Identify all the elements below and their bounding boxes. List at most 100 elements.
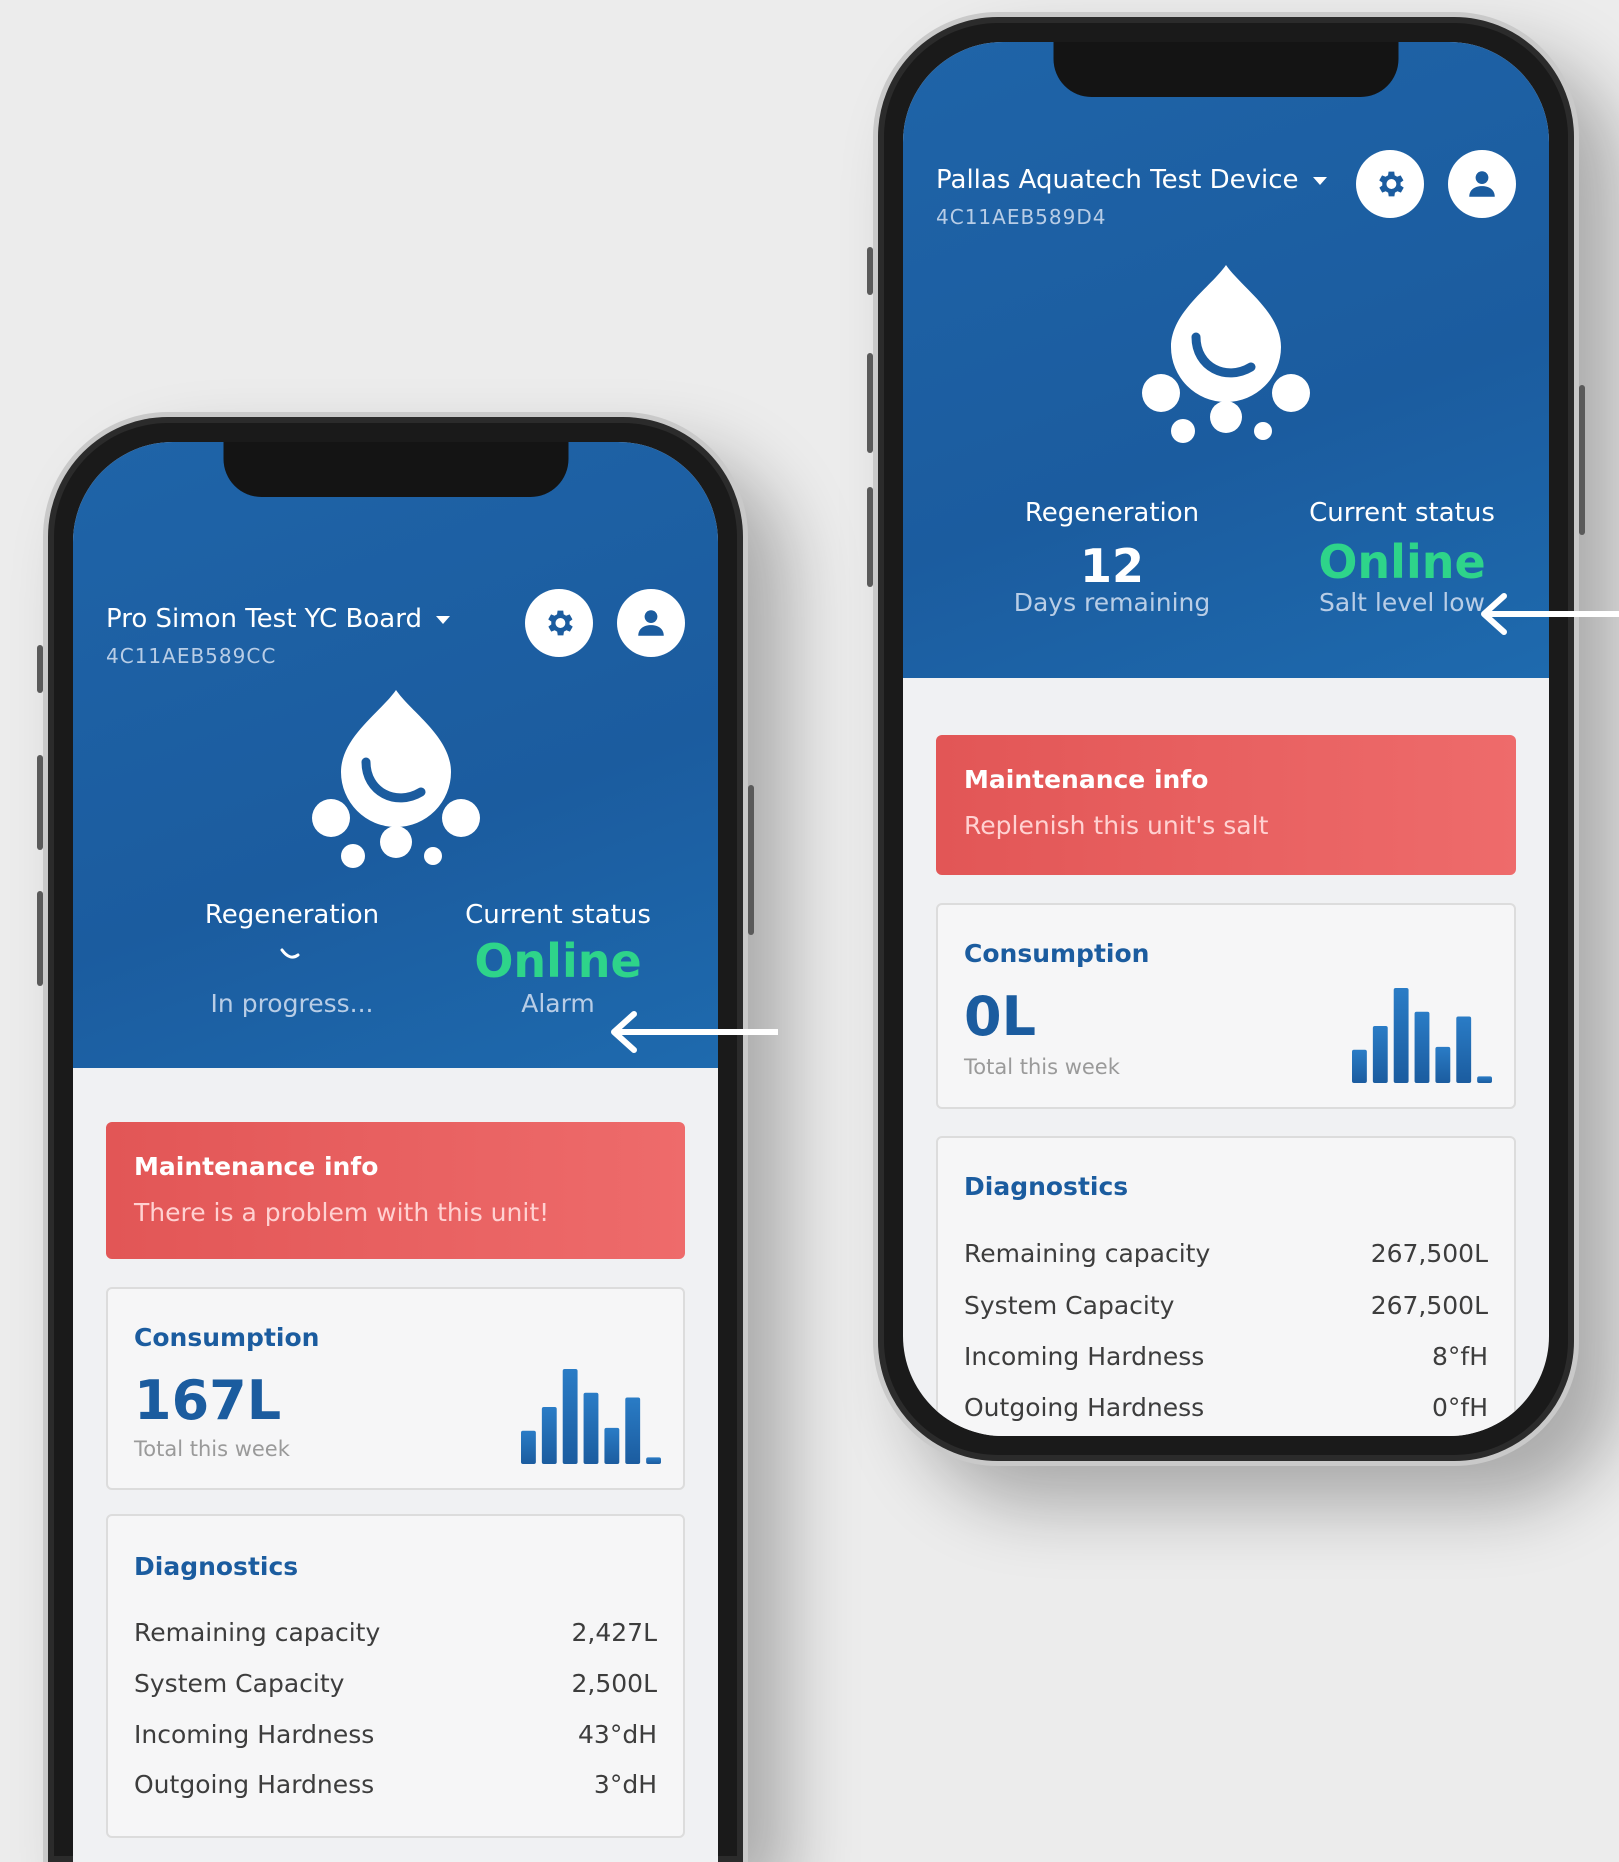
status-online-value: Online	[474, 934, 642, 988]
consumption-subtitle: Total this week	[964, 1055, 1120, 1079]
diag-value: 43°dH	[578, 1720, 657, 1749]
chart-bar	[562, 1369, 578, 1464]
notch	[1053, 42, 1399, 97]
consumption-card[interactable]: Consumption 167L Total this week	[106, 1287, 685, 1490]
diag-row-incoming-hardness: Incoming Hardness 43°dH	[134, 1720, 657, 1760]
power-button	[1579, 385, 1585, 535]
account-button[interactable]	[1448, 150, 1516, 218]
diag-row-system-capacity: System Capacity 2,500L	[134, 1669, 657, 1709]
status-online-value: Online	[1318, 535, 1486, 589]
consumption-title: Consumption	[964, 939, 1150, 968]
chart-bar	[583, 1392, 599, 1464]
regeneration-days-remaining: Days remaining	[1013, 588, 1211, 617]
power-button	[748, 785, 754, 935]
diag-row-incoming-hardness: Incoming Hardness 8°fH	[964, 1342, 1488, 1382]
water-drop-logo-icon	[1142, 265, 1310, 443]
regeneration-label: Regeneration	[1024, 498, 1200, 528]
chart-bar	[1352, 1049, 1367, 1083]
device-selector[interactable]: Pallas Aquatech Test Device	[936, 165, 1327, 195]
diag-row-system-capacity: System Capacity 267,500L	[964, 1291, 1488, 1331]
diag-row-remaining-capacity: Remaining capacity 267,500L	[964, 1239, 1488, 1279]
water-drop-logo-icon	[311, 690, 480, 868]
phone-left: Pro Simon Test YC Board 4C11AEB589CC Reg…	[37, 412, 754, 1862]
account-button[interactable]	[617, 589, 685, 657]
chart-bar	[1372, 1026, 1388, 1083]
diagnostics-card[interactable]: Diagnostics Remaining capacity 267,500L S…	[936, 1136, 1516, 1436]
diag-label: Incoming Hardness	[964, 1342, 1205, 1371]
current-status-label: Current status	[1309, 498, 1495, 528]
maintenance-message: Replenish this unit's salt	[964, 811, 1269, 840]
chart-bar	[625, 1397, 641, 1464]
device-name: Pallas Aquatech Test Device	[936, 165, 1299, 195]
diag-label: Outgoing Hardness	[134, 1770, 375, 1799]
consumption-value: 0L	[964, 985, 1036, 1048]
chart-bar	[1456, 1016, 1472, 1083]
mute-switch	[867, 247, 873, 295]
volume-up-button	[867, 353, 873, 453]
user-icon	[638, 610, 664, 636]
chart-bar	[541, 1407, 557, 1464]
maintenance-card[interactable]: Maintenance info There is a problem with…	[106, 1122, 685, 1259]
settings-button[interactable]	[525, 589, 593, 657]
user-icon	[1469, 171, 1495, 197]
diagnostics-title: Diagnostics	[134, 1552, 299, 1581]
device-header: Pro Simon Test YC Board 4C11AEB589CC Reg…	[73, 442, 718, 1068]
diag-label: System Capacity	[964, 1291, 1175, 1320]
current-status-label: Current status	[465, 900, 651, 930]
volume-up-button	[37, 755, 43, 850]
regeneration-days-value: 12	[1079, 539, 1144, 593]
diag-value: 267,500L	[1370, 1239, 1488, 1268]
gear-icon	[1379, 171, 1404, 197]
maintenance-title: Maintenance info	[964, 765, 1209, 794]
device-id: 4C11AEB589D4	[936, 205, 1107, 229]
diag-row-remaining-capacity: Remaining capacity 2,427L	[134, 1618, 657, 1658]
chart-bar	[604, 1427, 620, 1464]
chart-bar	[1435, 1046, 1451, 1083]
consumption-bar-chart-icon	[521, 1369, 661, 1464]
diag-row-outgoing-hardness: Outgoing Hardness 3°dH	[134, 1770, 657, 1810]
diag-value: 267,500L	[1370, 1291, 1488, 1320]
maintenance-card[interactable]: Maintenance info Replenish this unit's s…	[936, 735, 1516, 875]
diag-row-outgoing-hardness: Outgoing Hardness 0°fH	[964, 1393, 1488, 1433]
chart-bar	[1393, 988, 1409, 1083]
maintenance-title: Maintenance info	[134, 1152, 379, 1181]
regeneration-label: Regeneration	[204, 900, 380, 930]
volume-down-button	[867, 487, 873, 587]
device-name: Pro Simon Test YC Board	[106, 604, 422, 634]
consumption-value: 167L	[134, 1369, 282, 1432]
diag-value: 2,427L	[571, 1618, 658, 1647]
device-selector[interactable]: Pro Simon Test YC Board	[106, 604, 450, 634]
chevron-down-icon	[435, 615, 450, 624]
chevron-down-icon	[1312, 176, 1327, 185]
device-header: Pallas Aquatech Test Device 4C11AEB589D4…	[903, 42, 1549, 678]
app-screen-left: Pro Simon Test YC Board 4C11AEB589CC Reg…	[73, 442, 718, 1862]
consumption-card[interactable]: Consumption 0L Total this week	[936, 903, 1516, 1109]
diag-value: 2,500L	[571, 1669, 658, 1698]
maintenance-message: There is a problem with this unit!	[134, 1198, 550, 1227]
diag-value: 3°dH	[593, 1770, 657, 1799]
chart-bar	[646, 1457, 661, 1464]
diag-label: System Capacity	[134, 1669, 345, 1698]
consumption-subtitle: Total this week	[134, 1437, 290, 1461]
device-id: 4C11AEB589CC	[106, 644, 277, 668]
diag-value: 8°fH	[1431, 1342, 1488, 1371]
loading-spinner	[279, 946, 301, 959]
diagnostics-title: Diagnostics	[964, 1172, 1129, 1201]
arrow-left-icon	[611, 1011, 778, 1053]
notch	[223, 442, 568, 497]
gear-icon	[548, 610, 573, 636]
diag-label: Incoming Hardness	[134, 1720, 375, 1749]
settings-button[interactable]	[1356, 150, 1424, 218]
phone-right: Pallas Aquatech Test Device 4C11AEB589D4…	[867, 12, 1585, 1466]
chart-bar	[521, 1430, 536, 1464]
diag-label: Remaining capacity	[964, 1239, 1211, 1268]
diagnostics-card[interactable]: Diagnostics Remaining capacity 2,427L Sys…	[106, 1514, 685, 1838]
arrow-left-icon	[1481, 593, 1619, 635]
regeneration-status: In progress...	[210, 989, 374, 1018]
chart-bar	[1477, 1076, 1492, 1083]
consumption-bar-chart-icon	[1352, 988, 1492, 1083]
diag-value: 0°fH	[1431, 1393, 1488, 1422]
mute-switch	[37, 645, 43, 693]
diag-label: Remaining capacity	[134, 1618, 381, 1647]
consumption-title: Consumption	[134, 1323, 320, 1352]
